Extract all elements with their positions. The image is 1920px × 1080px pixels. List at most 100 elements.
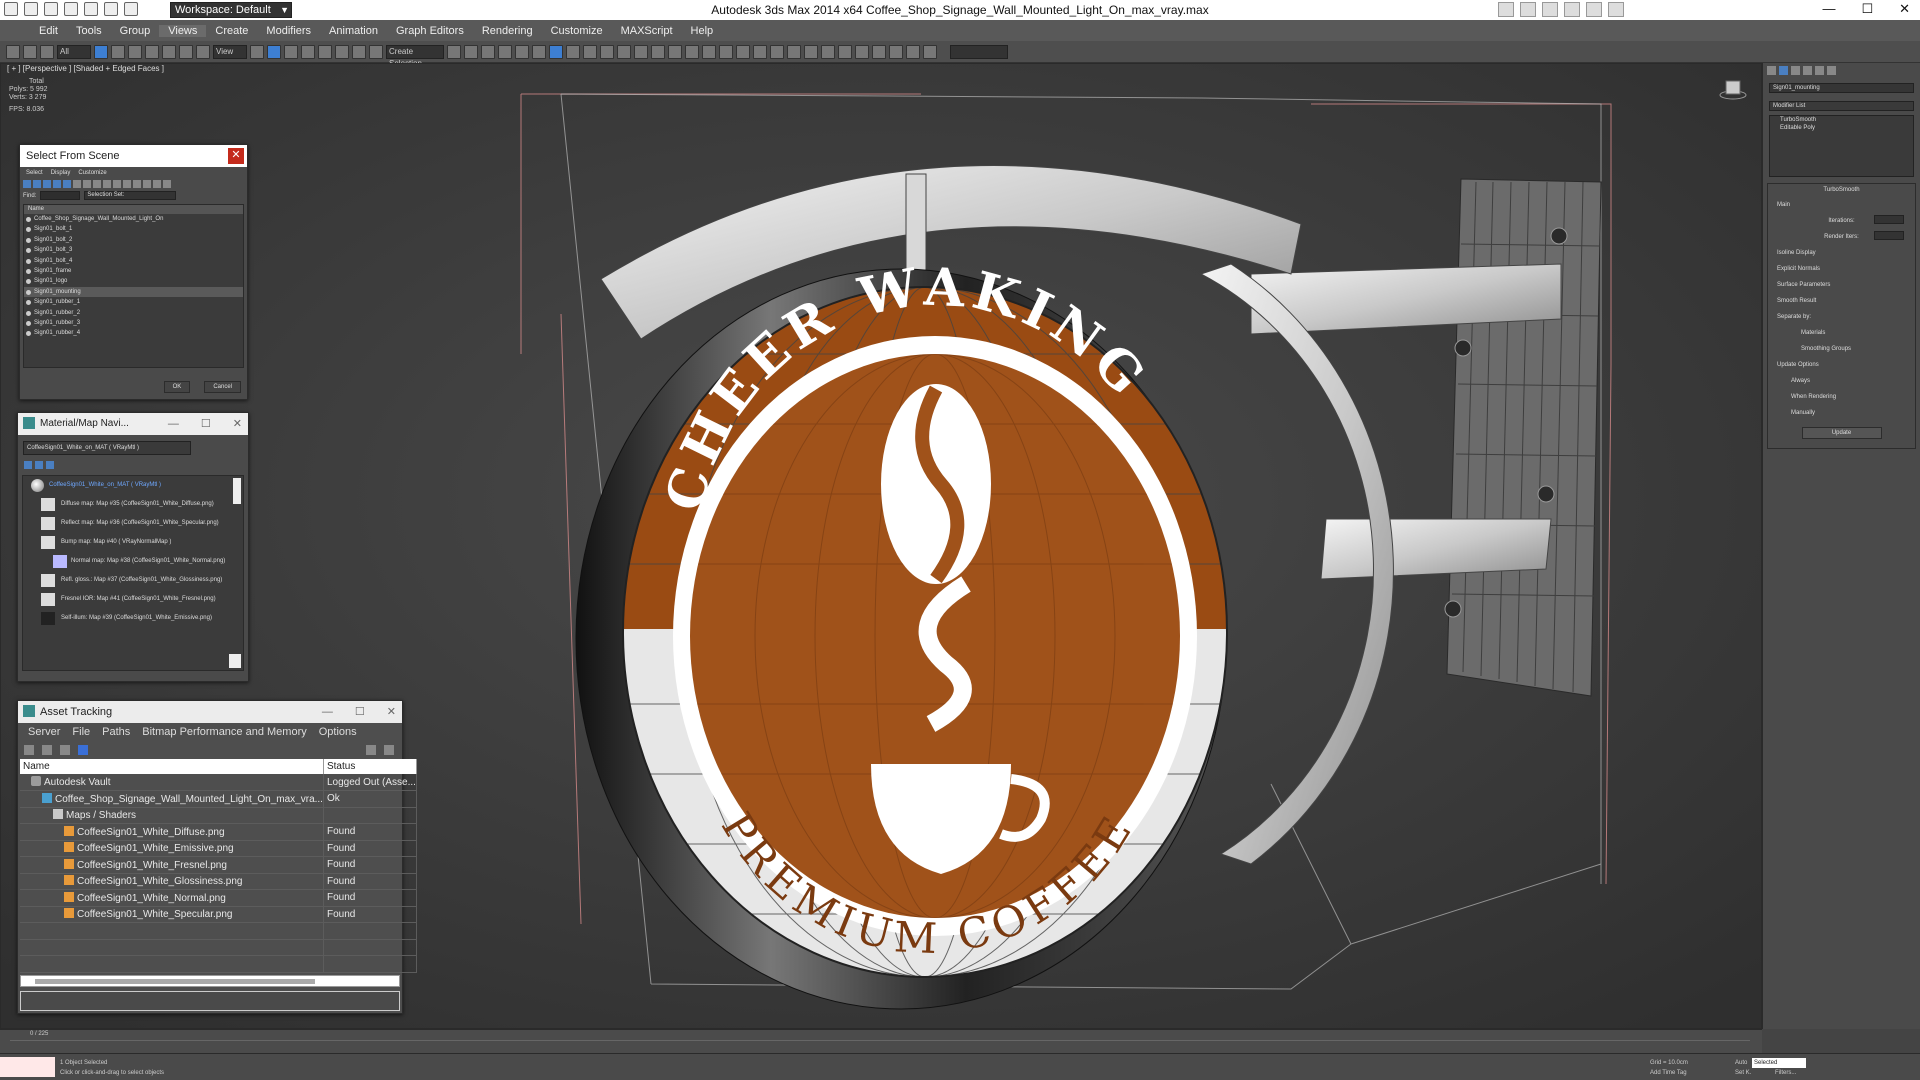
menu-modifiers[interactable]: Modifiers <box>257 25 320 37</box>
vray-sphere-icon[interactable] <box>787 44 801 59</box>
map-node[interactable]: Bump map: Map #40 ( VRayNormalMap ) <box>23 533 243 552</box>
menu-views[interactable]: Views <box>159 24 207 37</box>
filter-spacewarps-icon[interactable] <box>73 180 81 188</box>
asset-menu-options[interactable]: Options <box>313 726 363 738</box>
align-icon[interactable] <box>464 44 478 59</box>
curve-editor-icon[interactable] <box>515 44 529 59</box>
scene-explorer-icon[interactable] <box>498 44 512 59</box>
stack-item-turbosmooth[interactable]: TurboSmooth <box>1770 116 1913 124</box>
selection-set-dropdown[interactable]: Selection Set: <box>84 191 177 200</box>
keyboard-shortcut-icon[interactable] <box>284 44 298 59</box>
filter-bones-icon[interactable] <box>103 180 111 188</box>
filter-cameras-icon[interactable] <box>53 180 61 188</box>
materials-checkbox[interactable]: Materials <box>1771 325 1912 341</box>
column-header-name[interactable]: Name <box>20 759 324 774</box>
time-slider[interactable]: 0 / 225 <box>0 1029 1762 1053</box>
render-production-icon[interactable] <box>600 44 614 59</box>
select-by-name-icon[interactable] <box>111 44 125 59</box>
display-none-icon[interactable] <box>123 180 131 188</box>
menu-edit[interactable]: Edit <box>30 25 67 37</box>
viewcube-icon[interactable] <box>1719 78 1747 100</box>
display-all-icon[interactable] <box>113 180 121 188</box>
column-header-name[interactable]: Name <box>24 205 243 214</box>
reference-coordinate-dropdown[interactable]: View <box>213 44 247 59</box>
menu-animation[interactable]: Animation <box>320 25 387 37</box>
select-object-icon[interactable] <box>94 44 108 59</box>
link-icon[interactable] <box>6 44 20 59</box>
key-filter-dropdown[interactable]: Selected <box>1752 1058 1806 1068</box>
asset-menu-paths[interactable]: Paths <box>96 726 136 738</box>
list-view-icon[interactable] <box>42 745 52 755</box>
render-setup-icon[interactable] <box>566 44 580 59</box>
menu-tools[interactable]: Tools <box>67 25 111 37</box>
key-icon[interactable] <box>1564 2 1580 17</box>
material-editor-icon[interactable] <box>549 44 563 59</box>
isoline-display-checkbox[interactable]: Isoline Display <box>1771 245 1912 261</box>
scene-object-item[interactable]: Sign01_rubber_1 <box>24 297 243 307</box>
viewport-label[interactable]: [ + ] [Perspective ] [Shaded + Edged Fac… <box>7 64 164 73</box>
refresh-icon[interactable] <box>24 745 34 755</box>
scrollbar-thumb[interactable] <box>35 979 315 984</box>
edit-named-selection-icon[interactable] <box>369 44 383 59</box>
sync-selection-icon[interactable] <box>143 180 151 188</box>
scene-object-item[interactable]: Sign01_bolt_2 <box>24 235 243 245</box>
scene-object-item[interactable]: Sign01_bolt_1 <box>24 224 243 234</box>
toolbar-extra-dropdown[interactable] <box>950 44 1008 59</box>
mirror-icon[interactable] <box>447 44 461 59</box>
table-row[interactable]: Coffee_Shop_Signage_Wall_Mounted_Light_O… <box>20 790 417 808</box>
table-row[interactable]: CoffeeSign01_White_Emissive.png Found <box>20 840 417 857</box>
scene-object-item[interactable]: Sign01_rubber_3 <box>24 318 243 328</box>
minimize-icon[interactable]: — <box>168 413 179 435</box>
dialog-title-bar[interactable]: Select From Scene ✕ <box>20 145 247 167</box>
view-large-icons-icon[interactable] <box>46 461 54 469</box>
vray-camera-icon[interactable] <box>855 44 869 59</box>
selection-filter-dropdown[interactable]: All <box>57 44 91 59</box>
table-row[interactable]: Maps / Shaders <box>20 807 417 824</box>
scrollbar-corner[interactable] <box>229 654 241 668</box>
iterations-spinner[interactable] <box>1874 215 1904 224</box>
vray-toolbar-extra-icon[interactable] <box>923 44 937 59</box>
scene-object-item[interactable]: Sign01_bolt_4 <box>24 256 243 266</box>
scrollbar-thumb[interactable] <box>233 478 241 504</box>
track-bar[interactable] <box>10 1040 1750 1052</box>
angle-snap-icon[interactable] <box>318 44 332 59</box>
cylinder-icon[interactable] <box>668 44 682 59</box>
columns-icon[interactable] <box>163 180 171 188</box>
binoculars-icon[interactable] <box>1520 2 1536 17</box>
table-row[interactable]: CoffeeSign01_White_Specular.png Found <box>20 906 417 923</box>
light-icon[interactable] <box>685 44 699 59</box>
table-row[interactable]: Autodesk Vault Logged Out (Asse... <box>20 774 417 791</box>
rectangular-selection-icon[interactable] <box>128 44 142 59</box>
key-filters-button[interactable]: Filters... <box>1775 1070 1796 1076</box>
create-tab-icon[interactable] <box>1767 66 1776 75</box>
display-invert-icon[interactable] <box>133 180 141 188</box>
snaps-toggle-icon[interactable] <box>301 44 315 59</box>
view-list-icon[interactable] <box>24 461 32 469</box>
when-rendering-radio[interactable]: When Rendering <box>1771 389 1912 405</box>
move-icon[interactable] <box>162 44 176 59</box>
table-view-icon[interactable] <box>78 745 88 755</box>
update-button[interactable]: Update <box>1801 427 1882 439</box>
map-node[interactable]: Refl. gloss.: Map #37 (CoffeeSign01_Whit… <box>23 571 243 590</box>
manually-radio[interactable]: Manually <box>1771 405 1912 421</box>
close-button[interactable]: ✕ <box>1899 1 1910 17</box>
menu-create[interactable]: Create <box>206 25 257 37</box>
material-name-field[interactable]: CoffeeSign01_White_on_MAT ( VRayMtl ) <box>23 441 191 455</box>
spinner-snap-icon[interactable] <box>352 44 366 59</box>
scene-object-item[interactable]: Sign01_rubber_2 <box>24 308 243 318</box>
vray-plane-icon[interactable] <box>770 44 784 59</box>
close-icon[interactable]: ✕ <box>228 148 244 164</box>
ok-button[interactable]: OK <box>163 381 191 393</box>
auto-key-button[interactable]: Auto <box>1735 1060 1747 1066</box>
maximize-button[interactable]: ☐ <box>1861 1 1873 17</box>
utilities-tab-icon[interactable] <box>1827 66 1836 75</box>
rendered-frame-window-icon[interactable] <box>583 44 597 59</box>
filter-lights-icon[interactable] <box>43 180 51 188</box>
table-row[interactable]: CoffeeSign01_White_Normal.png Found <box>20 889 417 907</box>
named-selection-dropdown[interactable]: Create Selection <box>386 44 444 68</box>
table-row[interactable]: CoffeeSign01_White_Diffuse.png Found <box>20 823 417 841</box>
object-name-input[interactable]: Sign01_mounting <box>1769 83 1914 93</box>
vray-icon[interactable] <box>617 44 631 59</box>
vray-material-icon[interactable] <box>889 44 903 59</box>
sphere-icon[interactable] <box>651 44 665 59</box>
